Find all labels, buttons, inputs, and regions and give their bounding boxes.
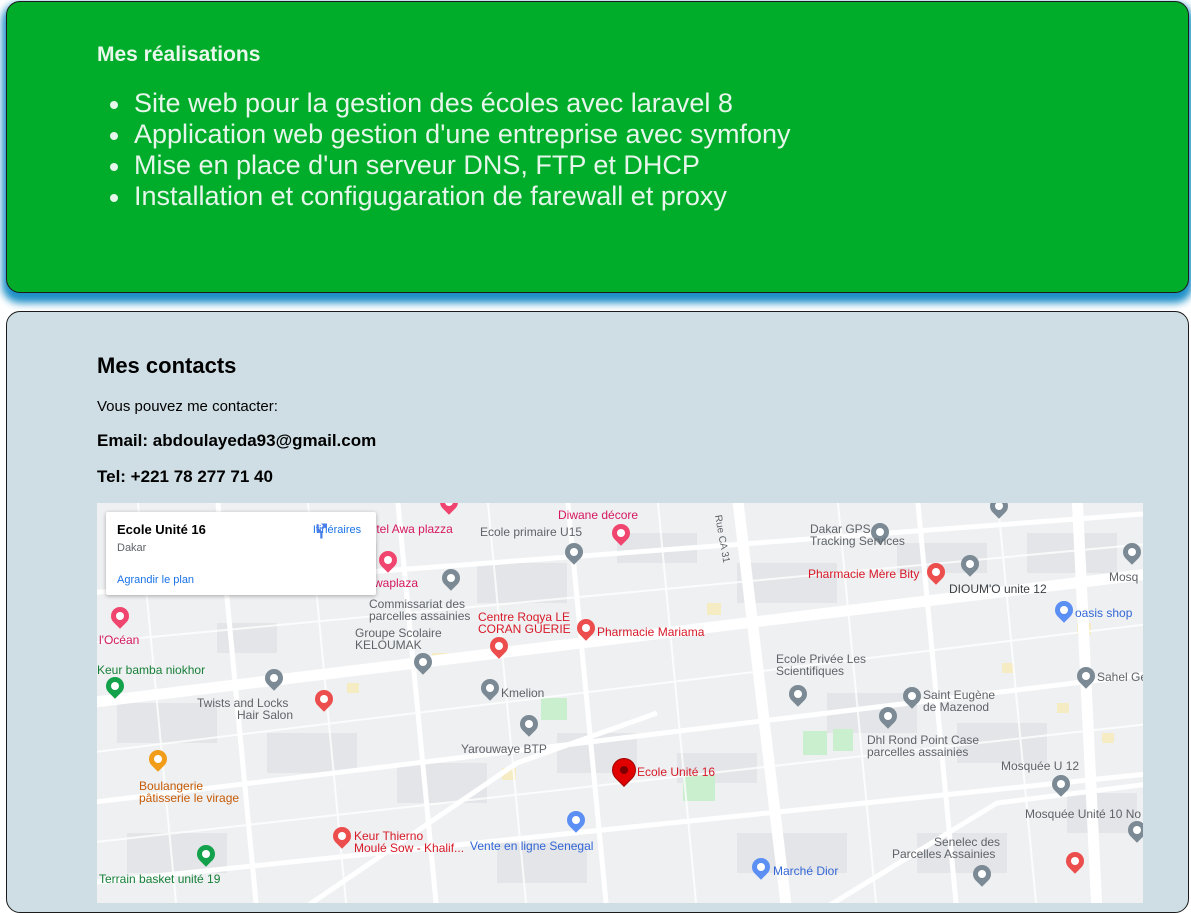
place-city: Dakar — [117, 542, 147, 554]
map-label[interactable]: Mosquée U 12 — [1001, 760, 1079, 772]
achievements-list: Site web pour la gestion des écoles avec… — [110, 88, 791, 212]
map-label[interactable]: waplaza — [374, 577, 418, 589]
map-label[interactable]: Sahel Ge — [1097, 671, 1143, 683]
contact-phone: Tel: +221 78 277 71 40 — [97, 467, 273, 486]
place-name: Ecole Unité 16 — [117, 522, 206, 537]
contacts-intro: Vous pouvez me contacter: — [97, 398, 278, 415]
directions-button[interactable]: Itinéraires — [312, 522, 362, 539]
map-label[interactable]: Terrain basket unité 19 — [99, 873, 220, 885]
map-label[interactable]: Marché Dior — [773, 865, 838, 877]
map-label[interactable]: Mosquée Unité 10 No — [1025, 808, 1141, 820]
map-label[interactable]: Pharmacie Mariama — [597, 626, 704, 638]
map-label[interactable]: Keur bamba niokhor — [97, 664, 205, 676]
achievements-card: Mes réalisations Site web pour la gestio… — [6, 1, 1189, 293]
achievement-item: Mise en place d'un serveur DNS, FTP et D… — [110, 150, 791, 181]
enlarge-map-link[interactable]: Agrandir le plan — [117, 574, 194, 586]
map-label[interactable]: Boulangerie pâtisserie le virage — [139, 780, 239, 804]
map-label[interactable]: Dakar GPS Tracking Services — [810, 523, 905, 547]
map-label[interactable]: Twists and Locks Hair Salon — [197, 697, 293, 721]
map-label[interactable]: Vente en ligne Senegal — [470, 840, 593, 852]
map-label[interactable]: Pharmacie Mère Bity — [808, 568, 919, 580]
map-label[interactable]: Diwane décore — [558, 509, 638, 521]
map-label[interactable]: Saint Eugène de Mazenod — [923, 689, 995, 713]
achievements-heading: Mes réalisations — [97, 43, 261, 66]
map-label[interactable]: Ecole Privée Les Scientifiques — [776, 653, 866, 677]
contacts-card: Mes contacts Vous pouvez me contacter: E… — [6, 311, 1189, 913]
map-label[interactable]: hôtel Awa plazza — [363, 523, 453, 535]
map-label[interactable]: Yarouwaye BTP — [461, 743, 547, 755]
map-label[interactable]: Commissariat des parcelles assainies — [369, 598, 470, 622]
achievement-item: Installation et configugaration de farew… — [110, 181, 791, 212]
directions-icon — [316, 523, 327, 539]
map-label[interactable]: l'Océan — [99, 634, 139, 646]
achievement-item: Application web gestion d'une entreprise… — [110, 119, 791, 149]
achievement-item: Site web pour la gestion des écoles avec… — [110, 88, 791, 119]
embedded-map[interactable]: hôtel Awa plazza waplaza Diwane décore E… — [97, 503, 1143, 903]
contact-email: Email: abdoulayeda93@gmail.com — [97, 431, 377, 450]
contacts-heading: Mes contacts — [97, 353, 237, 378]
map-label[interactable]: Groupe Scolaire KELOUMAK — [355, 627, 442, 651]
map-label[interactable]: Ecole primaire U15 — [480, 526, 582, 538]
map-label[interactable]: Mosq — [1109, 571, 1138, 583]
map-label[interactable]: Centre Roqya LE CORAN GUERIE — [478, 611, 571, 635]
map-place-infobox: Ecole Unité 16 Dakar Itinéraires Agrandi… — [106, 512, 376, 595]
map-label[interactable]: DIOUM'O unite 12 — [949, 583, 1047, 595]
map-label[interactable]: Keur Thierno Moulé Sow - Khalif... — [354, 830, 464, 854]
map-label[interactable]: Dhl Rond Point Case parcelles assainies — [867, 734, 979, 758]
map-label[interactable]: Ecole Unité 16 — [637, 766, 715, 778]
map-label[interactable]: Kmelion — [501, 687, 544, 699]
map-label[interactable]: oasis shop — [1075, 607, 1132, 619]
map-label[interactable]: Senelec des Parcelles Assainies — [892, 836, 1000, 860]
